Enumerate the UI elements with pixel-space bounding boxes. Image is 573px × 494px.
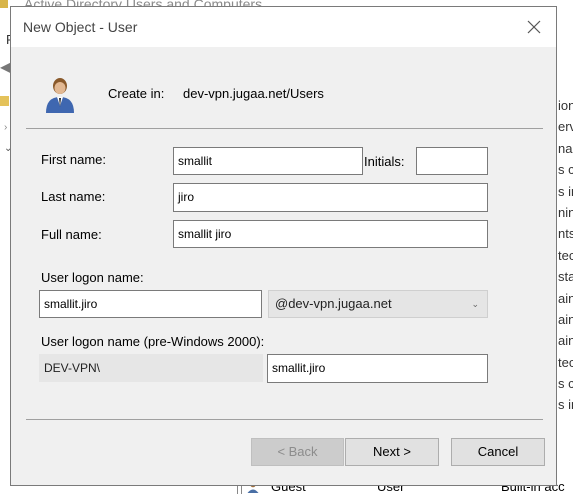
list-item: nts xyxy=(558,226,573,242)
initials-field[interactable] xyxy=(416,147,488,175)
dialog-title: New Object - User xyxy=(23,19,138,35)
list-item: sta xyxy=(558,269,573,285)
cancel-button[interactable]: Cancel xyxy=(451,438,545,466)
dialog-titlebar[interactable]: New Object - User xyxy=(11,7,556,47)
list-item: tec xyxy=(558,354,573,370)
list-item: s c xyxy=(558,376,573,392)
list-item: nin xyxy=(558,204,573,220)
background-description-column: ion erv nag s c s in nin nts tec sta ain… xyxy=(558,98,573,419)
list-item: ain xyxy=(558,290,573,306)
list-item: s in xyxy=(558,397,573,413)
divider xyxy=(26,128,543,129)
close-icon[interactable] xyxy=(522,15,546,39)
folder-icon xyxy=(0,96,9,106)
list-item: erv xyxy=(558,119,573,135)
full-name-label: Full name: xyxy=(41,227,102,242)
initials-label: Initials: xyxy=(364,154,405,169)
user-icon xyxy=(46,78,74,113)
list-item: tec xyxy=(558,247,573,263)
first-name-label: First name: xyxy=(41,152,107,167)
create-in-path: dev-vpn.jugaa.net/Users xyxy=(183,86,324,101)
full-name-field[interactable]: smallit jiro xyxy=(173,220,488,248)
pre2000-label: User logon name (pre-Windows 2000): xyxy=(41,334,265,349)
list-item: nag xyxy=(558,140,573,156)
list-item: ain xyxy=(558,333,573,349)
back-button[interactable]: < Back xyxy=(251,438,344,466)
chevron-down-icon: ⌄ xyxy=(471,299,479,309)
list-item: s c xyxy=(558,162,573,178)
app-icon xyxy=(0,0,8,8)
pre2000-logon-field[interactable]: smallit.jiro xyxy=(267,354,488,383)
list-item: ain xyxy=(558,311,573,327)
domain-suffix-value: @dev-vpn.jugaa.net xyxy=(275,296,392,311)
logon-name-field[interactable]: smallit.jiro xyxy=(39,290,262,318)
first-name-field[interactable]: smallit xyxy=(173,147,363,175)
list-item: s in xyxy=(558,183,573,199)
divider xyxy=(26,419,543,420)
new-user-dialog: New Object - User Create in: dev-vpn.jug… xyxy=(10,6,557,486)
pre2000-domain-field: DEV-VPN\ xyxy=(39,354,263,382)
next-button[interactable]: Next > xyxy=(345,438,439,466)
logon-name-label: User logon name: xyxy=(41,270,144,285)
list-item: ion xyxy=(558,98,573,113)
domain-suffix-select[interactable]: @dev-vpn.jugaa.net ⌄ xyxy=(268,290,488,318)
tree-expand-icon[interactable]: › xyxy=(4,122,7,133)
create-in-label: Create in: xyxy=(108,86,165,101)
last-name-field[interactable]: jiro xyxy=(173,183,488,212)
last-name-label: Last name: xyxy=(41,189,106,204)
